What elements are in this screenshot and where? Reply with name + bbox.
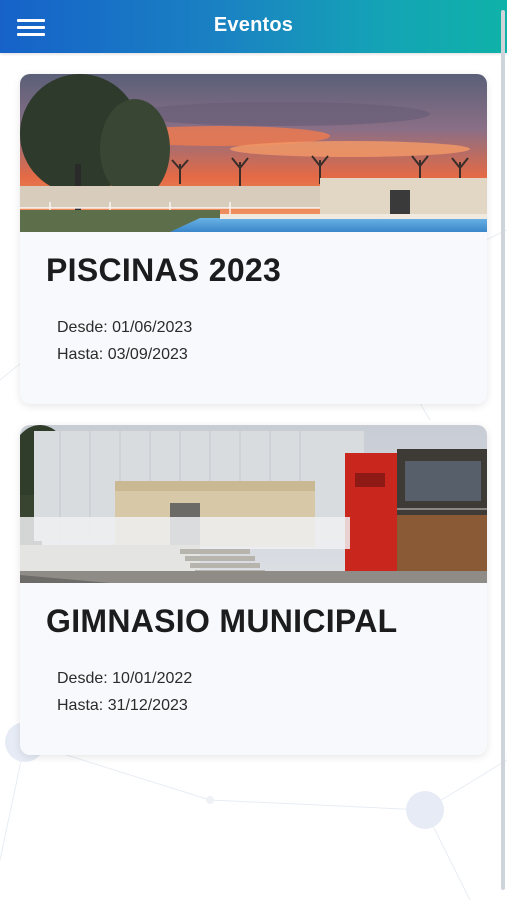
event-start-date: Desde: 01/06/2023	[57, 319, 193, 336]
app-header: Eventos	[0, 0, 507, 53]
event-end-date: Hasta: 03/09/2023	[57, 346, 188, 363]
event-title: PISCINAS 2023	[46, 252, 282, 288]
event-end-date: Hasta: 31/12/2023	[57, 697, 188, 714]
event-card-piscinas[interactable]: PISCINAS 2023 Desde: 01/06/2023 Hasta: 0…	[20, 74, 487, 404]
municipal-gym-building-photo	[20, 425, 487, 583]
swimming-pool-sunset-photo	[20, 74, 487, 232]
event-card-gimnasio[interactable]: GIMNASIO MUNICIPAL Desde: 10/01/2022 Has…	[20, 425, 487, 755]
event-title: GIMNASIO MUNICIPAL	[46, 603, 398, 639]
event-start-date: Desde: 10/01/2022	[57, 670, 193, 687]
page-title: Eventos	[213, 14, 294, 36]
scrollbar[interactable]	[501, 10, 505, 890]
